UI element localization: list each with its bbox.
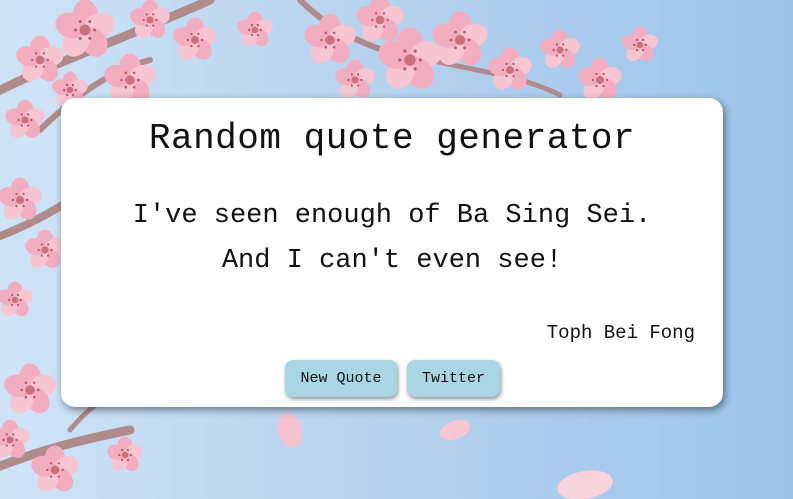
blossom-flower <box>4 363 56 414</box>
blossom-flower <box>0 281 33 317</box>
blossom-flower <box>488 47 532 90</box>
blossom-flower <box>578 57 622 100</box>
blossom-flower <box>5 99 45 138</box>
new-quote-button[interactable]: New Quote <box>285 360 397 397</box>
button-row: New Quote Twitter <box>285 360 505 400</box>
falling-petals <box>277 413 613 499</box>
blossom-flower <box>622 26 658 62</box>
quote-text: I've seen enough of Ba Sing Sei. And I c… <box>91 194 693 284</box>
blossom-flower <box>237 11 273 47</box>
blossom-flower <box>304 13 356 64</box>
quote-line-2: And I can't even see! <box>221 246 563 276</box>
quote-line-1: I've seen enough of Ba Sing Sei. <box>132 201 652 231</box>
blossom-flower <box>335 59 375 98</box>
quote-author: Toph Bei Fong <box>546 322 695 344</box>
blossom-flower <box>173 17 217 60</box>
twitter-button[interactable]: Twitter <box>407 360 500 397</box>
blossom-flower <box>107 436 143 472</box>
quote-card: Random quote generator I've seen enough … <box>61 98 723 407</box>
blossom-flower <box>540 29 580 68</box>
page-title: Random quote generator <box>148 118 636 159</box>
